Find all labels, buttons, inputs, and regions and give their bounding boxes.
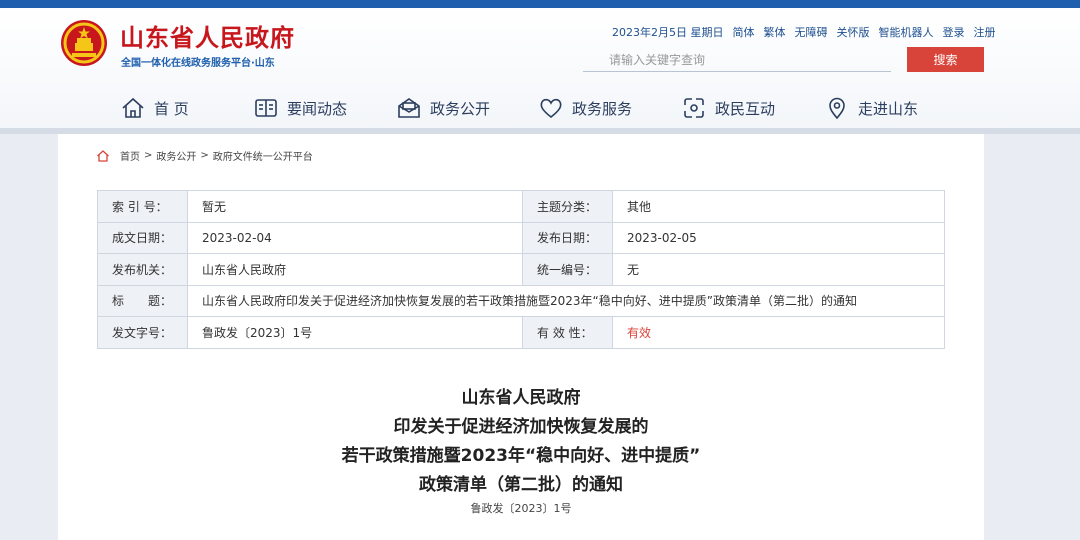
meta-value: 暂无 [187,190,523,223]
heart-icon [540,98,562,119]
link-simplified[interactable]: 简体 [733,24,755,40]
home-icon[interactable] [96,149,110,163]
utility-bar: 2023年2月5日 星期日 简体 繁体 无障碍 关怀版 智能机器人 登录 注册 [612,24,996,40]
search-input[interactable] [583,48,891,72]
link-accessibility[interactable]: 无障碍 [795,24,828,40]
document-title-line: 山东省人民政府 [461,388,581,408]
top-accent-bar [0,0,1080,8]
site-title[interactable]: 山东省人民政府 [120,18,295,53]
nav-label: 走进山东 [858,99,919,118]
nav-label: 政务公开 [430,99,491,118]
document-title-line: 若干政策措施暨2023年“稳中向好、进中提质” [341,446,701,466]
table-row: 成文日期： 2023-02-04 发布日期： 2023-02-05 [97,221,945,254]
link-login[interactable]: 登录 [943,24,965,40]
nav-item-home[interactable]: 首 页 [120,88,189,128]
breadcrumb-separator: > [144,150,153,161]
table-row: 标 题： 山东省人民政府印发关于促进经济加快恢复发展的若干政策措施暨2023年“… [97,284,945,317]
nav-label: 政务服务 [572,99,633,118]
nav-item-news[interactable]: 要闻动态 [253,88,347,128]
breadcrumb-home[interactable]: 首页 [120,148,140,163]
document-metadata-table: 索 引 号： 暂无 主题分类： 其他 成文日期： 2023-02-04 发布日期… [97,190,945,349]
current-date: 2023年2月5日 星期日 [612,26,724,39]
meta-value: 鲁政发〔2023〕1号 [187,316,523,349]
nav-item-open-government[interactable]: 政务公开 [396,88,490,128]
link-register[interactable]: 注册 [974,24,996,40]
site-header: 山东省人民政府 全国一体化在线政务服务平台·山东 2023年2月5日 星期日 简… [0,8,1080,128]
interaction-icon [684,98,704,118]
link-traditional[interactable]: 繁体 [764,24,786,40]
table-row: 发布机关： 山东省人民政府 统一编号： 无 [97,253,945,286]
news-book-icon [255,99,277,117]
table-row: 索 引 号： 暂无 主题分类： 其他 [97,190,945,223]
meta-label: 标 题： [97,284,188,317]
breadcrumb-separator: > [200,150,209,161]
document-number: 鲁政发〔2023〕1号 [470,502,572,515]
validity-status: 有效 [612,316,945,349]
nav-item-interaction[interactable]: 政民互动 [681,88,775,128]
meta-label: 发布日期： [522,221,613,254]
link-chatbot[interactable]: 智能机器人 [879,24,934,40]
meta-value: 2023-02-04 [187,221,523,254]
main-nav: 首 页 要闻动态 政务公开 政务服务 政民互动 走进山东 [0,88,1080,128]
document-title-line: 印发关于促进经济加快恢复发展的 [393,417,649,437]
nav-item-about-shandong[interactable]: 走进山东 [824,88,918,128]
table-row: 发文字号： 鲁政发〔2023〕1号 有 效 性： 有效 [97,316,945,349]
meta-label: 发布机关： [97,253,188,286]
meta-label: 主题分类： [522,190,613,223]
search-button[interactable]: 搜索 [907,47,984,72]
home-icon [122,97,144,118]
location-icon [829,97,845,120]
open-mail-icon [398,98,420,118]
meta-label: 有 效 性： [522,316,613,349]
meta-value: 无 [612,253,945,286]
meta-value-title: 山东省人民政府印发关于促进经济加快恢复发展的若干政策措施暨2023年“稳中向好、… [187,284,945,317]
meta-value: 山东省人民政府 [187,253,523,286]
nav-label: 首 页 [154,99,189,118]
meta-value: 2023-02-05 [612,221,945,254]
nav-label: 要闻动态 [287,99,348,118]
document-title-line: 政策清单（第二批）的通知 [419,475,623,495]
main-content: 首页 > 政务公开 > 政府文件统一公开平台 索 引 号： 暂无 主题分类： 其… [58,134,984,540]
meta-value: 其他 [612,190,945,223]
meta-label: 成文日期： [97,221,188,254]
breadcrumb-open-government[interactable]: 政务公开 [156,148,196,163]
national-emblem-icon[interactable] [60,19,108,67]
link-care-mode[interactable]: 关怀版 [837,24,870,40]
meta-label: 统一编号： [522,253,613,286]
breadcrumb: 首页 > 政务公开 > 政府文件统一公开平台 [96,148,313,163]
document-title: 山东省人民政府 印发关于促进经济加快恢复发展的 若干政策措施暨2023年“稳中向… [58,384,984,500]
nav-item-services[interactable]: 政务服务 [538,88,632,128]
breadcrumb-document-platform[interactable]: 政府文件统一公开平台 [213,148,313,163]
nav-label: 政民互动 [715,99,776,118]
site-subtitle: 全国一体化在线政务服务平台·山东 [121,58,275,69]
meta-label: 发文字号： [97,316,188,349]
meta-label: 索 引 号： [97,190,188,223]
